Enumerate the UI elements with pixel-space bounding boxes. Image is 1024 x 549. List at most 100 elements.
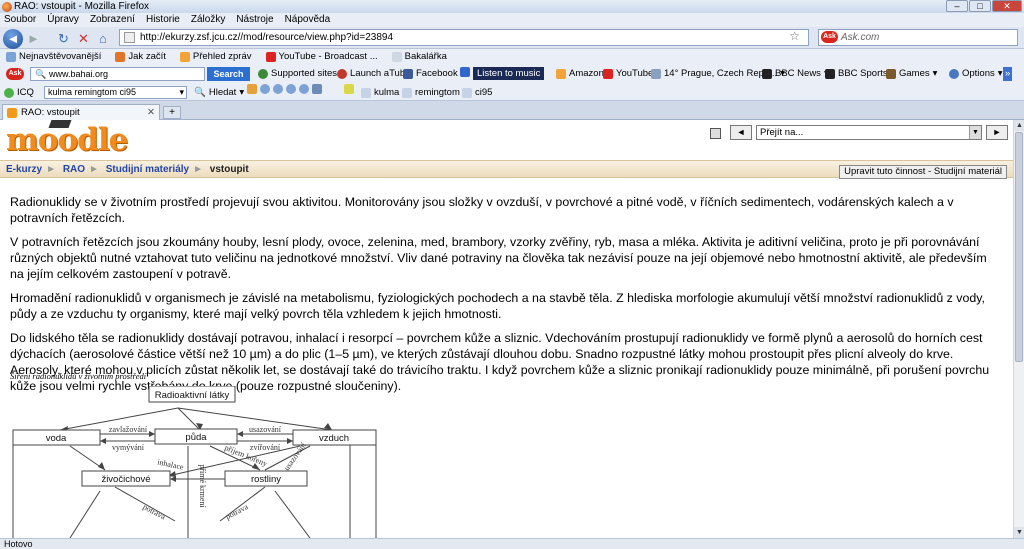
bookmark-label: Přehled zpráv <box>192 51 252 62</box>
amazon-button[interactable]: Amazon <box>556 64 604 84</box>
tab-rao-vstoupit[interactable]: RAO: vstoupit ✕ <box>2 104 160 120</box>
icq-search-value: kulma remingtom ci95 <box>48 87 137 97</box>
edge-settling: usazování <box>249 425 282 434</box>
bbc-news-button[interactable]: BBC News▾ <box>762 64 829 84</box>
paragraph: V potravních řetězcích jsou zkoumány hou… <box>10 235 987 281</box>
breadcrumb-current: vstoupit <box>209 164 249 175</box>
icq-tool-icons <box>247 84 322 94</box>
page-content: moodle ◄ Přejít na... ▼ ► E-kurzy ► RAO ► S… <box>0 120 1013 538</box>
scroll-up-icon[interactable]: ▲ <box>1014 120 1024 131</box>
find-word-icon <box>462 87 472 98</box>
zoom-out-icon[interactable] <box>286 84 296 94</box>
zoom-icon[interactable] <box>260 84 270 94</box>
games-icon <box>886 69 896 79</box>
home-icon[interactable]: ⌂ <box>99 31 107 46</box>
toolbar-item-label: BBC Sports <box>838 68 888 79</box>
highlight-icon[interactable] <box>344 84 354 94</box>
edge-leaching: vymývání <box>112 443 145 452</box>
zoom-reset-icon[interactable] <box>299 84 309 94</box>
paragraph: Do lidského těla se radionuklidy dostáva… <box>10 331 990 393</box>
zoom-in-icon[interactable] <box>273 84 283 94</box>
upload-icon[interactable] <box>312 84 322 94</box>
overflow-chevron-icon[interactable]: » <box>1003 67 1013 81</box>
back-icon[interactable]: ◄ <box>3 29 23 49</box>
facebook-button[interactable]: Facebook▾ <box>403 64 466 84</box>
ask-search-button[interactable]: Search <box>207 67 250 81</box>
breadcrumb-study-materials[interactable]: Studijní materiály <box>106 164 189 175</box>
moodle-header: moodle ◄ Přejít na... ▼ ► <box>0 120 1013 160</box>
supported-sites-button[interactable]: Supported sites <box>258 64 337 84</box>
icq-search-input[interactable]: kulma remingtom ci95 ▾ <box>44 86 187 99</box>
icq-find-button[interactable]: 🔍 Hledat ▾ <box>194 84 244 101</box>
jump-to-label: Přejít na... <box>760 127 804 138</box>
highlighter-icon <box>344 84 354 94</box>
ask-logo-icon: Ask <box>821 31 838 43</box>
site-favicon <box>124 32 135 43</box>
close-tab-icon[interactable]: ✕ <box>147 105 155 120</box>
maximize-button[interactable]: □ <box>969 0 991 12</box>
window-titlebar: RAO: vstoupit - Mozilla Firefox – □ ✕ <box>0 0 1024 13</box>
status-text: Hotovo <box>4 539 33 549</box>
bbc-icon <box>762 69 772 79</box>
menu-history[interactable]: Historie <box>146 13 180 27</box>
bookmark-youtube[interactable]: YouTube - Broadcast ... <box>265 49 378 64</box>
highlight-kulma[interactable]: kulma <box>361 84 399 101</box>
games-button[interactable]: Games ▾ <box>886 64 937 84</box>
edit-activity-button[interactable]: Upravit tuto činnost - Studijní materiál <box>839 165 1007 179</box>
menu-tools[interactable]: Nástroje <box>236 13 273 27</box>
youtube-icon <box>603 69 613 79</box>
node-radioactive-substances: Radioaktivní látky <box>155 390 230 401</box>
figure-caption: Šíření radionuklidů v životním prostředí <box>10 371 147 381</box>
bookmark-bakalarka[interactable]: Bakalářka <box>391 49 447 64</box>
next-activity-button[interactable]: ► <box>986 125 1008 140</box>
breadcrumb-rao[interactable]: RAO <box>63 164 85 175</box>
minimize-button[interactable]: – <box>946 0 968 12</box>
jump-to-select[interactable]: Přejít na... ▼ <box>756 125 982 140</box>
bbc-sports-button[interactable]: BBC Sports▾ <box>825 64 895 84</box>
bookmark-getting-started[interactable]: Jak začít <box>115 49 166 64</box>
prev-activity-button[interactable]: ◄ <box>730 125 752 140</box>
highlight-ci95[interactable]: ci95 <box>462 84 492 101</box>
menu-file[interactable]: Soubor <box>4 13 36 27</box>
scroll-down-icon[interactable]: ▼ <box>1014 527 1024 538</box>
listen-to-music-widget[interactable]: Listen to music <box>460 64 545 80</box>
moodle-logo[interactable]: moodle <box>6 120 128 158</box>
weather-icon <box>651 69 661 79</box>
stop-icon[interactable]: ✕ <box>78 31 89 47</box>
options-button[interactable]: Options ▾ <box>949 64 1003 84</box>
toolbar-item-label: BBC News <box>775 68 821 79</box>
edge-inhalation: inhalace <box>157 457 185 471</box>
highlight-label: kulma <box>374 87 400 98</box>
paragraph: Hromadění radionuklidů v organismech je … <box>10 291 985 321</box>
close-window-button[interactable]: ✕ <box>992 0 1022 12</box>
youtube-icon <box>265 51 276 62</box>
menu-view[interactable]: Zobrazení <box>90 13 135 27</box>
amazon-icon <box>556 69 566 79</box>
ask-search-input[interactable]: 🔍 www.bahai.org <box>30 67 205 81</box>
search-box[interactable]: Ask Ask.com <box>818 29 1018 46</box>
tab-bar: RAO: vstoupit ✕ + <box>0 101 1024 120</box>
breadcrumb-ekurzy[interactable]: E-kurzy <box>6 164 42 175</box>
menu-bookmarks[interactable]: Záložky <box>191 13 225 27</box>
youtube-button[interactable]: YouTube <box>603 64 653 84</box>
highlight-label: remingtom <box>415 87 460 98</box>
reload-icon[interactable]: ↻ <box>58 31 69 47</box>
icq-logo[interactable]: ICQ <box>4 84 34 101</box>
menu-help[interactable]: Nápověda <box>285 13 331 27</box>
bookmark-news[interactable]: Přehled zpráv <box>179 49 252 64</box>
forward-icon[interactable]: ► <box>27 31 40 46</box>
icq-label: ICQ <box>17 87 34 98</box>
bookmark-most-visited[interactable]: Nejnavštěvovanější <box>6 49 101 64</box>
vertical-scrollbar[interactable]: ▲ ▼ <box>1013 120 1024 538</box>
scrollbar-thumb[interactable] <box>1015 132 1023 362</box>
new-tab-button[interactable]: + <box>163 106 181 119</box>
menu-edit[interactable]: Úpravy <box>47 13 79 27</box>
icq-tool-icon[interactable] <box>247 84 257 94</box>
toolbar-item-label: Facebook <box>416 68 458 79</box>
search-icon: 🔍 <box>35 69 47 79</box>
url-bar[interactable]: http://ekurzy.zsf.jcu.cz//mod/resource/v… <box>119 29 809 46</box>
find-word-icon <box>402 87 412 98</box>
highlight-remingtom[interactable]: remingtom <box>402 84 460 101</box>
launch-atube-button[interactable]: Launch aTube <box>337 64 410 84</box>
bookmark-star-icon[interactable]: ☆ <box>789 29 800 44</box>
